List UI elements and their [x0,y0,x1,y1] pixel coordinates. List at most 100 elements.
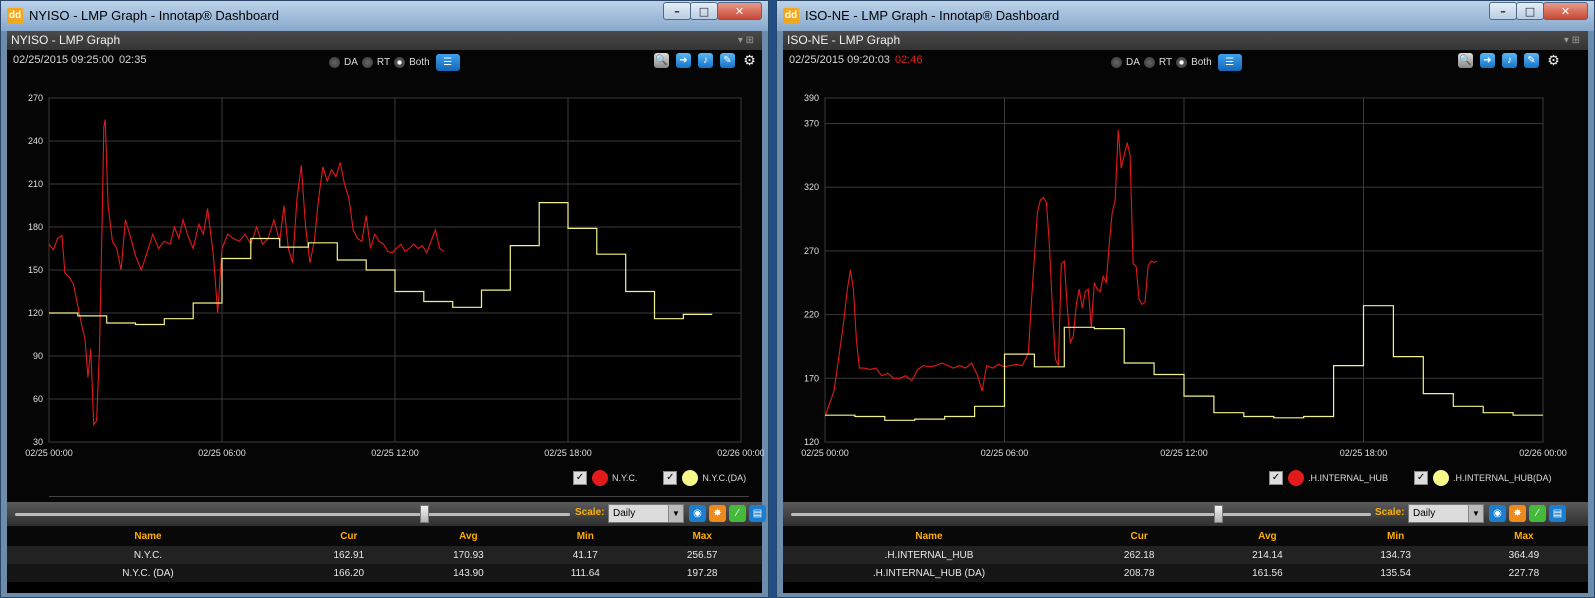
col-name: Name [7,526,289,546]
window-title: NYISO - LMP Graph - Innotap® Dashboard [29,8,279,23]
cell-avg: 214.14 [1203,546,1332,564]
y-tick-label: 370 [804,118,819,128]
minimize-button[interactable]: – [1489,2,1517,20]
legend-checkbox-da[interactable]: ✓ [663,471,678,485]
chart-area: 02/25/2015 09:20:03 02:46 DA RT Both ☰ 🔍 … [783,50,1588,502]
legend-checkbox-rt[interactable]: ✓ [1269,471,1283,485]
cell-avg: 143.90 [408,564,529,582]
col-max: Max [642,526,762,546]
table-row[interactable]: N.Y.C. 162.91 170.93 41.17 256.57 [7,546,762,564]
line-icon[interactable]: ∕ [1529,505,1546,522]
scale-select[interactable]: Daily ▼ [1408,504,1484,523]
cell-name: N.Y.C. [7,546,289,564]
scale-controls: Scale: Daily ▼ ◉ ✸ ∕ ▤ [783,502,1588,526]
options-icon[interactable]: ✸ [1509,505,1526,522]
y-tick-label: 180 [28,222,43,232]
pin-icon[interactable]: ▾ ⊞ [738,31,754,50]
chart-area: 02/25/2015 09:25:00 02:35 DA RT Both ☰ 🔍 … [7,50,764,502]
y-tick-label: 150 [28,265,43,275]
panel-header: ISO-NE - LMP Graph ▾ ⊞ [783,31,1588,50]
legend: ✓ N.Y.C. ✓ N.Y.C.(DA) [573,470,746,486]
y-tick-label: 270 [28,93,43,103]
maximize-button[interactable]: □ [690,2,718,20]
cell-cur: 262.18 [1075,546,1204,564]
y-tick-label: 120 [804,437,819,447]
col-name: Name [783,526,1075,546]
scale-select-value: Daily [613,508,636,519]
close-button[interactable]: ✕ [717,2,762,20]
line-icon[interactable]: ∕ [729,505,746,522]
scale-controls: Scale: Daily ▼ ◉ ✸ ∕ ▤ [7,502,766,526]
col-min: Min [1331,526,1460,546]
col-max: Max [1459,526,1588,546]
x-tick-label: 02/25 06:00 [198,448,246,458]
y-tick-label: 220 [804,310,819,320]
y-tick-label: 120 [28,308,43,318]
cell-max: 197.28 [642,564,762,582]
legend-checkbox-da[interactable]: ✓ [1414,471,1429,485]
time-slider-track[interactable] [15,513,570,516]
legend-swatch-da [682,470,699,486]
col-avg: Avg [1203,526,1332,546]
close-button[interactable]: ✕ [1543,2,1588,20]
view-icon[interactable]: ◉ [1489,505,1506,522]
y-tick-label: 390 [804,93,819,103]
scale-label: Scale: [575,507,605,518]
col-cur: Cur [289,526,409,546]
x-tick-label: 02/25 18:00 [544,448,592,458]
cell-min: 111.64 [528,564,643,582]
cell-max: 364.49 [1459,546,1588,564]
panel-header: NYISO - LMP Graph ▾ ⊞ [7,31,762,50]
legend-label-da: .H.INTERNAL_HUB(DA) [1453,473,1552,483]
chevron-down-icon[interactable]: ▼ [1468,505,1483,522]
y-tick-label: 240 [28,136,43,146]
window-titlebar[interactable]: dd NYISO - LMP Graph - Innotap® Dashboar… [1,1,768,31]
window-title: ISO-NE - LMP Graph - Innotap® Dashboard [805,8,1060,23]
cell-avg: 161.56 [1203,564,1332,582]
cell-cur: 162.91 [289,546,409,564]
app-icon: dd [783,8,799,24]
y-tick-label: 270 [804,246,819,256]
legend-divider [49,496,749,497]
app-icon: dd [7,8,23,24]
table-row[interactable]: N.Y.C. (DA) 166.20 143.90 111.64 197.28 [7,564,762,582]
legend-label-rt: N.Y.C. [612,473,638,483]
table-row[interactable]: .H.INTERNAL_HUB 262.18 214.14 134.73 364… [783,546,1588,564]
scale-select[interactable]: Daily ▼ [608,504,684,523]
cell-max: 256.57 [642,546,762,564]
time-slider-track[interactable] [791,513,1371,516]
cell-min: 135.54 [1331,564,1460,582]
cell-avg: 170.93 [408,546,529,564]
pin-icon[interactable]: ▾ ⊞ [1564,31,1580,50]
x-tick-label: 02/25 18:00 [1340,448,1388,458]
view-icon[interactable]: ◉ [689,505,706,522]
legend-label-rt: .H.INTERNAL_HUB [1308,473,1389,483]
x-tick-label: 02/25 06:00 [981,448,1029,458]
cell-max: 227.78 [1459,564,1588,582]
window-icon[interactable]: ▤ [1549,505,1566,522]
table-row[interactable]: .H.INTERNAL_HUB (DA) 208.78 161.56 135.5… [783,564,1588,582]
minimize-button[interactable]: – [663,2,691,20]
y-tick-label: 170 [804,373,819,383]
cell-cur: 208.78 [1075,564,1204,582]
x-tick-label: 02/25 12:00 [371,448,419,458]
options-icon[interactable]: ✸ [709,505,726,522]
lmp-line-chart: 390 370 320 270 220 170 12002/25 00:00 02/25 06… [801,93,1567,458]
cell-cur: 166.20 [289,564,409,582]
y-tick-label: 210 [28,179,43,189]
y-tick-label: 90 [33,351,43,361]
scale-label: Scale: [1375,507,1405,518]
panel-title: ISO-NE - LMP Graph [787,33,901,47]
cell-name: .H.INTERNAL_HUB [783,546,1075,564]
chevron-down-icon[interactable]: ▼ [668,505,683,522]
nyiso-window: dd NYISO - LMP Graph - Innotap® Dashboar… [0,0,769,598]
cell-name: .H.INTERNAL_HUB (DA) [783,564,1075,582]
time-slider-thumb[interactable] [1214,505,1224,523]
legend-checkbox-rt[interactable]: ✓ [573,471,587,485]
y-tick-label: 60 [33,394,43,404]
window-titlebar[interactable]: dd ISO-NE - LMP Graph - Innotap® Dashboa… [777,1,1594,31]
time-slider-thumb[interactable] [420,505,430,523]
maximize-button[interactable]: □ [1516,2,1544,20]
y-tick-label: 30 [33,437,43,447]
window-icon[interactable]: ▤ [749,505,766,522]
